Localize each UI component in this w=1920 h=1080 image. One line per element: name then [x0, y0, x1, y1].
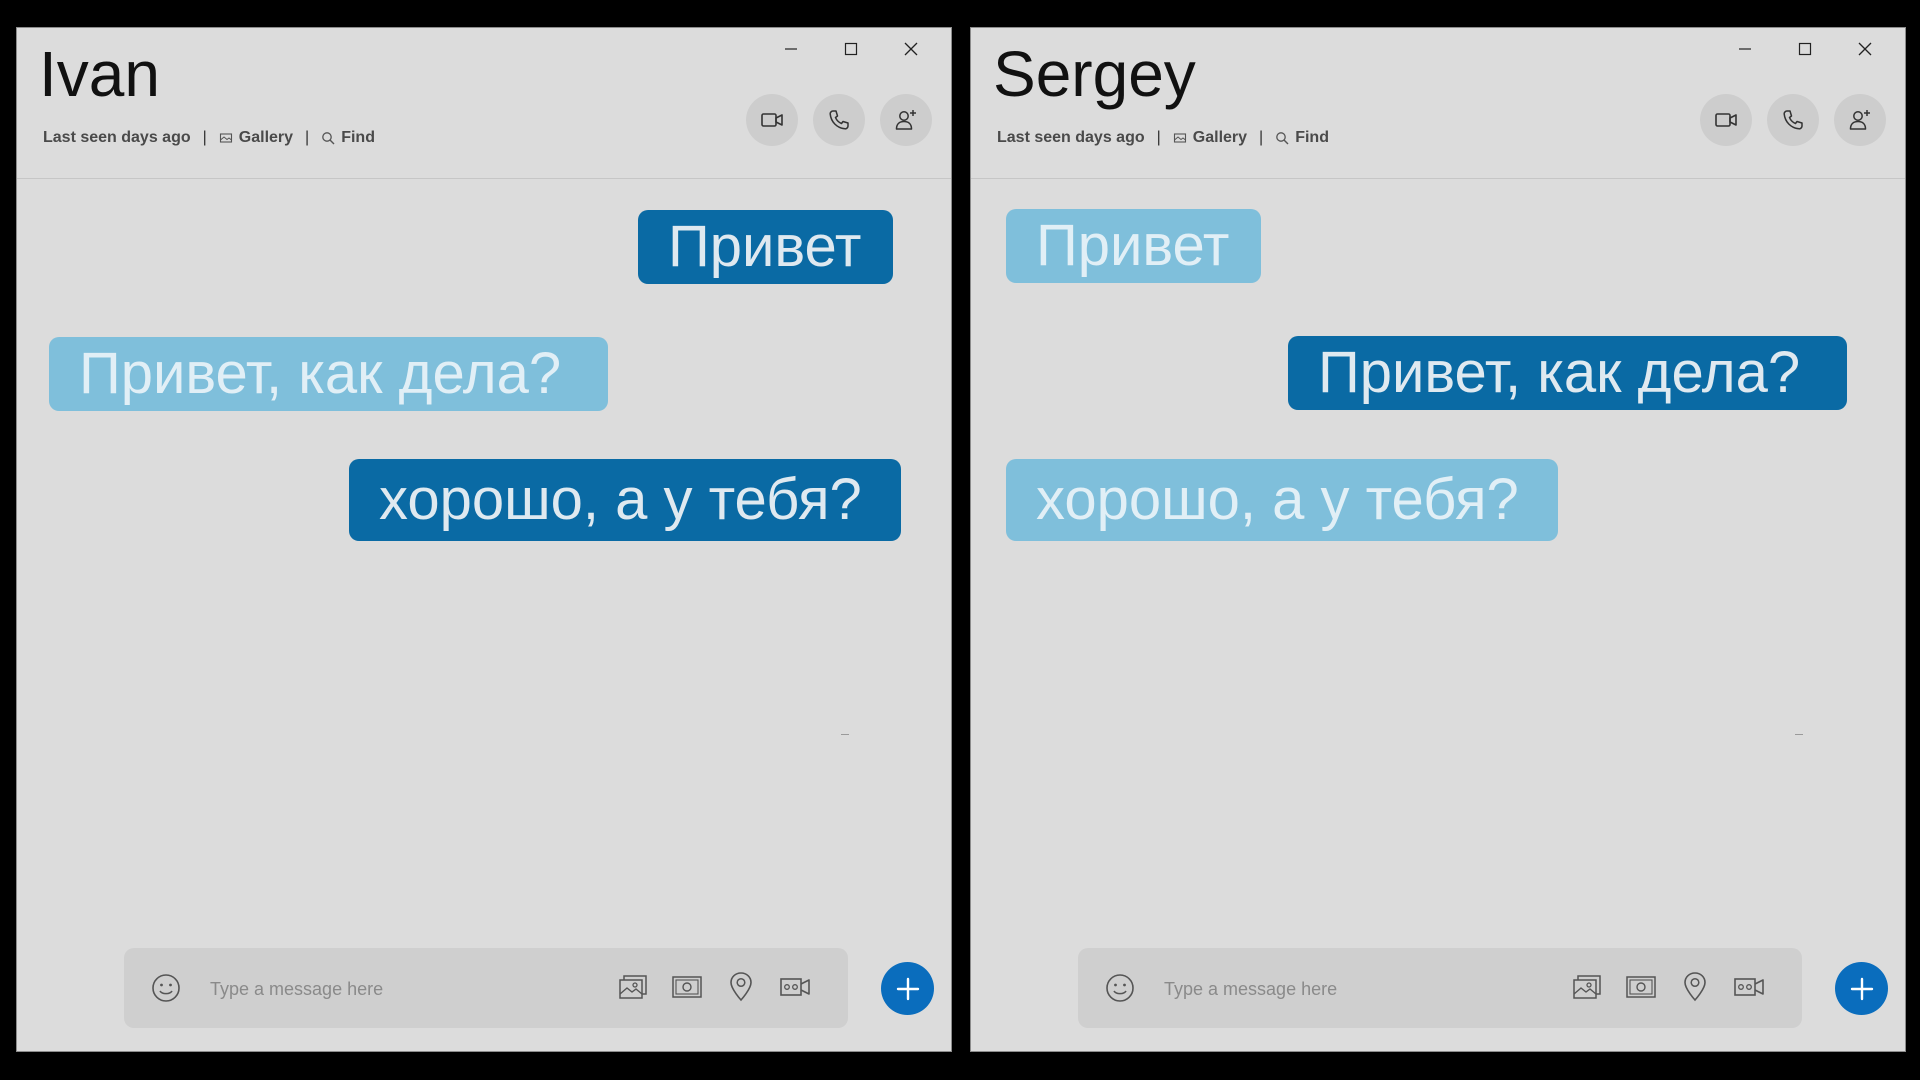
gallery-icon: [219, 133, 232, 143]
maximize-button[interactable]: [1775, 34, 1835, 64]
header-actions: [746, 94, 932, 146]
plus-icon: [896, 977, 919, 1000]
maximize-icon: [1798, 42, 1812, 56]
scroll-indicator: [1795, 734, 1803, 735]
chat-window-ivan: Ivan Last seen days ago | Gallery | Find…: [16, 27, 952, 1052]
find-link[interactable]: Find: [321, 129, 375, 147]
contact-subbar: Last seen days ago | Gallery | Find: [997, 129, 1329, 147]
find-label: Find: [1295, 129, 1329, 146]
maximize-icon: [844, 42, 858, 56]
gallery-link[interactable]: Gallery: [219, 129, 293, 147]
video-call-icon: [761, 113, 783, 127]
close-icon: [1858, 42, 1872, 56]
message-bubble-sent: Привет, как дела?: [1288, 336, 1847, 410]
location-icon[interactable]: [724, 970, 758, 1004]
message-bubble-sent: Привет: [638, 210, 893, 284]
video-message-icon[interactable]: [1732, 970, 1766, 1004]
contact-name: Ivan: [39, 38, 160, 110]
gallery-link[interactable]: Gallery: [1173, 129, 1247, 147]
gallery-icon: [1173, 133, 1186, 143]
find-label: Find: [341, 129, 375, 146]
gallery-label: Gallery: [1192, 129, 1248, 146]
message-input[interactable]: [208, 968, 592, 1010]
last-seen-status: Last seen days ago: [43, 129, 191, 146]
separator: |: [305, 129, 310, 146]
separator: |: [1156, 129, 1161, 146]
separator: |: [1259, 129, 1264, 146]
minimize-icon: [1739, 48, 1751, 50]
video-call-icon: [1715, 113, 1737, 127]
audio-call-button[interactable]: [1767, 94, 1819, 146]
minimize-icon: [785, 48, 797, 50]
audio-call-icon: [1783, 110, 1803, 130]
video-message-icon[interactable]: [778, 970, 812, 1004]
composer-tools: [616, 970, 812, 1004]
window-controls: [761, 34, 941, 64]
header-divider: [971, 178, 1905, 179]
audio-call-icon: [829, 110, 849, 130]
find-link[interactable]: Find: [1275, 129, 1329, 147]
message-bubble-received: Привет, как дела?: [49, 337, 608, 411]
minimize-button[interactable]: [1715, 34, 1775, 64]
search-icon: [1276, 132, 1289, 145]
message-composer: [1078, 948, 1802, 1028]
maximize-button[interactable]: [821, 34, 881, 64]
search-icon: [322, 132, 335, 145]
last-seen-status: Last seen days ago: [997, 129, 1145, 146]
money-icon[interactable]: [1624, 970, 1658, 1004]
image-icon[interactable]: [616, 970, 650, 1004]
scroll-indicator: [841, 734, 849, 735]
add-contact-icon: [895, 110, 916, 130]
location-icon[interactable]: [1678, 970, 1712, 1004]
video-call-button[interactable]: [1700, 94, 1752, 146]
message-composer: [124, 948, 848, 1028]
header-actions: [1700, 94, 1886, 146]
close-button[interactable]: [1835, 34, 1895, 64]
image-icon[interactable]: [1570, 970, 1604, 1004]
add-attachment-button[interactable]: [1835, 962, 1888, 1015]
close-button[interactable]: [881, 34, 941, 64]
emoji-icon[interactable]: [150, 972, 182, 1004]
plus-icon: [1850, 977, 1873, 1000]
add-contact-button[interactable]: [1834, 94, 1886, 146]
message-input[interactable]: [1162, 968, 1546, 1010]
message-bubble-received: хорошо, а у тебя?: [1006, 459, 1558, 541]
close-icon: [904, 42, 918, 56]
add-contact-button[interactable]: [880, 94, 932, 146]
video-call-button[interactable]: [746, 94, 798, 146]
contact-name: Sergey: [993, 38, 1196, 110]
separator: |: [202, 129, 207, 146]
composer-tools: [1570, 970, 1766, 1004]
window-controls: [1715, 34, 1895, 64]
add-attachment-button[interactable]: [881, 962, 934, 1015]
chat-window-sergey: Sergey Last seen days ago | Gallery | Fi…: [970, 27, 1906, 1052]
contact-subbar: Last seen days ago | Gallery | Find: [43, 129, 375, 147]
money-icon[interactable]: [670, 970, 704, 1004]
add-contact-icon: [1849, 110, 1870, 130]
message-bubble-received: Привет: [1006, 209, 1261, 283]
minimize-button[interactable]: [761, 34, 821, 64]
header-divider: [17, 178, 951, 179]
message-bubble-sent: хорошо, а у тебя?: [349, 459, 901, 541]
emoji-icon[interactable]: [1104, 972, 1136, 1004]
gallery-label: Gallery: [238, 129, 294, 146]
audio-call-button[interactable]: [813, 94, 865, 146]
